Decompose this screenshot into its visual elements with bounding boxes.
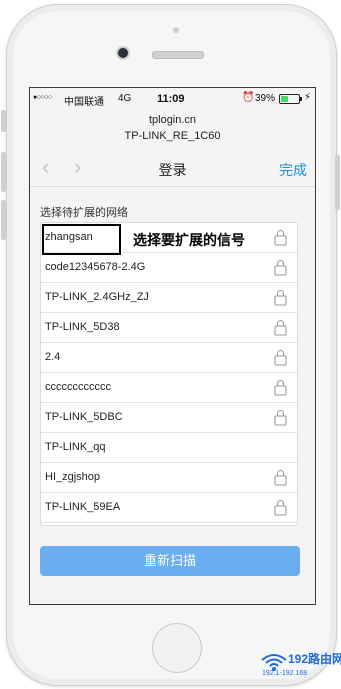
volume-up-button [1, 152, 6, 192]
lock-icon [274, 230, 287, 246]
network-name: TP-LINK_5DBC [45, 411, 123, 423]
network-row[interactable]: TP-LINK_59EA [41, 493, 297, 523]
page-heading: TP-LINK_RE_1C60 [124, 130, 221, 142]
lock-icon [274, 320, 287, 336]
battery-fill [281, 96, 288, 102]
annotation-label: 选择要扩展的信号 [133, 232, 245, 248]
network-name: TP-LINK_59EA [45, 501, 121, 513]
network-list[interactable]: zhangsan code12345678-2.4G TP-LINK_2.4GHz_… [40, 222, 298, 526]
network-row[interactable]: TP-LINK_5DBC [41, 403, 297, 433]
highlight-box [42, 224, 121, 255]
network-name: HI_zgjshop [45, 471, 101, 483]
network-name: TP-LINK_2.4GHz_ZJ [45, 291, 149, 303]
section-label: 选择待扩展的网络 [40, 207, 128, 219]
signal-strength-icon: ●○○○○ [33, 94, 52, 101]
watermark-text: 192路由网 [288, 652, 341, 666]
battery-tip [300, 97, 302, 101]
network-row[interactable]: TP-LINK_2.4GHz_ZJ [41, 283, 297, 313]
earpiece-speaker [152, 51, 204, 59]
watermark-subtext: 192.1-192.168 [262, 670, 308, 677]
alarm-icon: ⏰ [242, 92, 255, 103]
lock-icon [274, 260, 287, 276]
battery-icon [279, 94, 300, 104]
network-name: cccccccccccc [45, 381, 111, 393]
done-button[interactable]: 完成 [279, 160, 307, 180]
network-name: 2.4 [45, 351, 61, 363]
proximity-sensor [173, 27, 179, 33]
status-time: 11:09 [157, 93, 185, 105]
network-row[interactable]: HI_zgjshop [41, 463, 297, 493]
mute-switch [1, 110, 6, 132]
battery-percent: 39% [255, 93, 276, 104]
lock-icon [274, 380, 287, 396]
status-bar: ●○○○○ 中国联通 4G 11:09 ⏰ 39% ⚡ [30, 88, 315, 110]
charging-icon: ⚡ [304, 92, 312, 103]
phone-screen: ●○○○○ 中国联通 4G 11:09 ⏰ 39% ⚡ tplogin.cn T… [29, 87, 316, 605]
lock-icon [274, 290, 287, 306]
network-row[interactable]: 123456789 [41, 523, 297, 525]
network-row[interactable]: code12345678-2.4G [41, 253, 297, 283]
network-type: 4G [118, 93, 132, 104]
network-name: TP-LINK_qq [45, 441, 106, 453]
network-row[interactable]: 2.4 [41, 343, 297, 373]
carrier-name: 中国联通 [64, 97, 104, 108]
wifi-watermark-icon [261, 654, 287, 671]
lock-icon [274, 350, 287, 366]
lock-icon [274, 470, 287, 486]
network-row[interactable]: TP-LINK_qq [41, 433, 297, 463]
volume-down-button [1, 200, 6, 240]
network-row[interactable]: cccccccccccc [41, 373, 297, 403]
power-button [335, 155, 340, 210]
network-name: code12345678-2.4G [45, 261, 146, 273]
front-camera [118, 48, 128, 58]
nav-title: 登录 [158, 162, 187, 178]
navigation-bar: ‹ › 登录 完成 [30, 150, 315, 187]
lock-icon [274, 410, 287, 426]
address-bar[interactable]: tplogin.cn [30, 114, 315, 126]
lock-icon [274, 500, 287, 516]
home-button[interactable] [152, 623, 202, 673]
rescan-button[interactable]: 重新扫描 [40, 546, 300, 576]
network-row[interactable]: TP-LINK_5D38 [41, 313, 297, 343]
network-name: TP-LINK_5D38 [45, 321, 120, 333]
